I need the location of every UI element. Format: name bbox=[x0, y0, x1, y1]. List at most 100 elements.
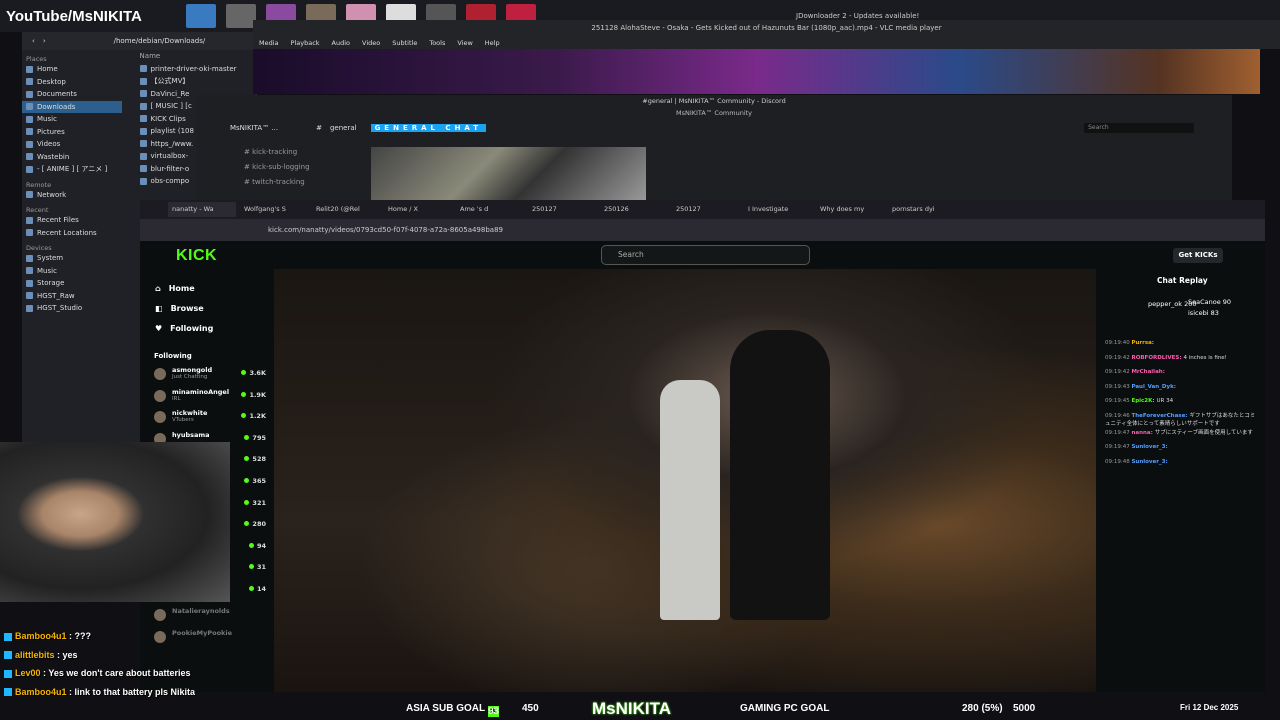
sub-badge-icon bbox=[4, 651, 12, 660]
browser-tab[interactable]: pornstars dyi bbox=[888, 202, 956, 217]
sidebar-item[interactable]: Videos bbox=[22, 138, 122, 151]
browser-tab[interactable]: Wolfgang's S bbox=[240, 202, 308, 217]
sub-badge-icon bbox=[4, 632, 12, 641]
sidebar-item[interactable]: Desktop bbox=[22, 76, 122, 89]
nav-home[interactable]: ⌂ Home bbox=[155, 278, 265, 298]
chat-timestamp: 09:19:48 bbox=[1105, 458, 1132, 465]
taskbar-thumbnail[interactable] bbox=[186, 4, 216, 28]
chat-username[interactable]: ROBFORDLIVES: bbox=[1131, 355, 1183, 361]
back-icon[interactable]: ‹ bbox=[32, 37, 35, 45]
browser-tab[interactable]: Home / X bbox=[384, 202, 452, 217]
viewer-count: 528 bbox=[244, 455, 266, 463]
vlc-menu-item[interactable]: Help bbox=[485, 39, 500, 47]
sidebar-item[interactable]: printer-driver-oki-master bbox=[136, 63, 256, 76]
update-notice[interactable]: JDownloader 2 - Updates available! bbox=[796, 12, 919, 20]
chat-username[interactable]: Purrsa: bbox=[1131, 340, 1154, 346]
channel-banner: GENERAL CHAT bbox=[370, 123, 487, 132]
sidebar-item[interactable]: HGST_Studio bbox=[22, 302, 122, 315]
chat-username[interactable]: Epic2K: bbox=[1131, 398, 1156, 404]
channel-hash-icon: # bbox=[316, 123, 322, 132]
nav-icon: ◧ bbox=[155, 303, 163, 313]
name-column-header[interactable]: Name bbox=[136, 50, 256, 63]
offline-follow[interactable]: Natalieraynolds bbox=[154, 606, 266, 628]
sidebar-item[interactable]: Wastebin bbox=[22, 151, 122, 164]
browser-tab[interactable]: Ame 's d bbox=[456, 202, 524, 217]
sidebar-item[interactable]: System bbox=[22, 252, 122, 265]
server-dropdown[interactable]: MsNIKITA™ ... bbox=[230, 124, 278, 132]
kick-logo[interactable]: KICK bbox=[176, 247, 217, 265]
sidebar-item[interactable]: Documents bbox=[22, 88, 122, 101]
following-item[interactable]: asmongold Just Chatting 3.6K bbox=[154, 365, 266, 387]
channel-name[interactable]: general bbox=[330, 124, 357, 132]
vlc-menu-item[interactable]: Playback bbox=[291, 39, 320, 47]
sidebar-item[interactable]: - [ ANIME ] [ アニメ ] bbox=[22, 163, 122, 176]
nav-icon: ♥ bbox=[155, 323, 163, 333]
discord-channel[interactable]: # kick-tracking bbox=[236, 145, 336, 160]
vlc-menu-item[interactable]: Audio bbox=[332, 39, 350, 47]
browser-tab[interactable]: I Investigate bbox=[744, 202, 812, 217]
message-image[interactable] bbox=[371, 147, 646, 200]
browser-tab[interactable]: Why does my bbox=[816, 202, 884, 217]
nav-following[interactable]: ♥ Following bbox=[155, 318, 265, 338]
chat-message: 09:19:47 Sunlover_3: bbox=[1105, 443, 1260, 451]
sidebar-item[interactable]: Home bbox=[22, 63, 122, 76]
vlc-menu-item[interactable]: View bbox=[457, 39, 472, 47]
sidebar-item[interactable]: 【公式MV】 bbox=[136, 75, 256, 88]
chat-username[interactable]: Sunlover_3: bbox=[1131, 459, 1167, 465]
path-bar[interactable]: /home/debian/Downloads/ bbox=[114, 37, 206, 45]
vlc-video[interactable] bbox=[253, 49, 1260, 94]
vlc-menu-item[interactable]: Video bbox=[362, 39, 380, 47]
clock: Fri 12 Dec 2025 bbox=[1180, 703, 1239, 712]
browser-tab[interactable]: 250127 bbox=[528, 202, 596, 217]
forward-icon[interactable]: › bbox=[43, 37, 46, 45]
sidebar-item-label: - [ ANIME ] [ アニメ ] bbox=[37, 165, 108, 174]
nav-browse[interactable]: ◧ Browse bbox=[155, 298, 265, 318]
browser-tab[interactable]: nanatty - Wa bbox=[168, 202, 236, 217]
folder-icon bbox=[26, 304, 33, 312]
sidebar-item[interactable]: HGST_Raw bbox=[22, 290, 122, 303]
url-bar[interactable]: kick.com/nanatty/videos/0793cd50-f07f-40… bbox=[140, 219, 1265, 241]
discord-channel[interactable]: # twitch-tracking bbox=[236, 175, 336, 190]
sidebar-item[interactable]: Pictures bbox=[22, 126, 122, 139]
folder-icon bbox=[139, 165, 147, 173]
sidebar-item[interactable]: Downloads bbox=[22, 100, 122, 113]
vlc-menu-item[interactable]: Tools bbox=[429, 39, 445, 47]
sidebar-item-label: Desktop bbox=[37, 77, 66, 86]
vlc-menu-item[interactable]: Media bbox=[259, 39, 279, 47]
get-kicks-button[interactable]: Get KICKs bbox=[1173, 248, 1223, 263]
chat-username[interactable]: MrChailah: bbox=[1131, 369, 1164, 375]
channel-title: YouTube/MsNIKITA bbox=[6, 7, 142, 25]
brand-logo: MsNIKITA bbox=[592, 699, 672, 718]
discord-search[interactable]: Search bbox=[1084, 122, 1195, 133]
browser-tab[interactable]: Relit20 (@Rel bbox=[312, 202, 380, 217]
browser-tab[interactable]: 250127 bbox=[672, 202, 740, 217]
following-item[interactable]: nickwhite VTubers 1.2K bbox=[154, 408, 266, 430]
folder-icon bbox=[26, 279, 33, 287]
browser-tab[interactable]: 250126 bbox=[600, 202, 668, 217]
vlc-title: 251128 AlohaSteve - Osaka - Gets Kicked … bbox=[253, 20, 1280, 36]
sidebar-item[interactable]: Network bbox=[22, 189, 122, 202]
sidebar-item[interactable]: Music bbox=[22, 113, 122, 126]
overlay-chat-user: alittlebits bbox=[15, 649, 55, 660]
sidebar-item[interactable]: Recent Locations bbox=[22, 227, 122, 240]
overlay-chat-user: Bamboo4u1 bbox=[15, 631, 67, 641]
nav-label: Following bbox=[170, 323, 214, 333]
chat-message: 09:19:40 Purrsa: bbox=[1105, 339, 1260, 347]
chat-username[interactable]: Sunlover_3: bbox=[1131, 444, 1167, 450]
following-item[interactable]: minaminoAngel IRL 1.9K bbox=[154, 387, 266, 409]
taskbar-thumbnail[interactable] bbox=[226, 4, 256, 28]
chat-username[interactable]: nanna: bbox=[1131, 430, 1154, 436]
sidebar-item-label: KICK Clips bbox=[150, 114, 186, 123]
sidebar-item[interactable]: Storage bbox=[22, 277, 122, 290]
vlc-menu-item[interactable]: Subtitle bbox=[392, 39, 417, 47]
sidebar-item[interactable]: Recent Files bbox=[22, 214, 122, 227]
top-gifter[interactable]: SeaCanoe 90 bbox=[1188, 298, 1231, 306]
discord-channel[interactable]: # kick-sub-logging bbox=[236, 160, 336, 175]
places-heading: Places bbox=[26, 55, 47, 63]
sidebar-item[interactable]: Music bbox=[22, 265, 122, 278]
url-text[interactable]: kick.com/nanatty/videos/0793cd50-f07f-40… bbox=[268, 226, 503, 234]
kick-search-input[interactable]: Search bbox=[601, 245, 810, 265]
chat-username[interactable]: Paul_Van_Dyk: bbox=[1131, 384, 1176, 390]
top-gifter[interactable]: isicebi 83 bbox=[1188, 309, 1219, 317]
chat-username[interactable]: TheForeverChase: bbox=[1131, 413, 1189, 419]
